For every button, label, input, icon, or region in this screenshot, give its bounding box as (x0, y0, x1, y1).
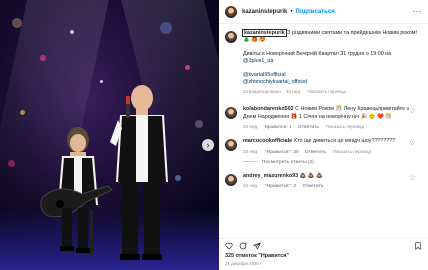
author-avatar[interactable] (225, 5, 237, 18)
comments-scroll-area[interactable]: kazaninstepurik З різдвяними святами та … (219, 24, 428, 238)
caption-time: 33 нед. (285, 89, 302, 95)
replies-divider-line (243, 160, 257, 162)
comment-likes[interactable]: "Нравится": 20 (265, 149, 299, 154)
comment-like-heart-icon[interactable]: ♡ (410, 140, 415, 147)
commenter-avatar[interactable] (225, 173, 237, 186)
like-heart-icon[interactable] (225, 242, 233, 250)
comment-likes[interactable]: Нравится: 1 (265, 124, 292, 129)
bokeh-light (20, 110, 25, 115)
comment-bubble-icon[interactable] (239, 242, 247, 250)
performer-guitarist (40, 127, 113, 255)
comment-time: 33 нед. (243, 124, 259, 130)
follow-button[interactable]: Подписаться (295, 9, 334, 15)
post-date: 31 декабря 2025 г. (225, 261, 263, 266)
post-caption: kazaninstepurik З різдвяними святами та … (225, 29, 422, 95)
caption-avatar[interactable] (225, 31, 237, 43)
comment-translate-button[interactable]: Показать перевод (332, 149, 370, 154)
save-bookmark-icon[interactable] (414, 242, 422, 250)
view-replies-label: Посмотреть ответы (2) (262, 158, 314, 164)
comment-time: 33 нед. (243, 183, 259, 189)
commenter-username[interactable]: kolabondarenko502 (243, 106, 294, 112)
post-media: › (0, 0, 219, 270)
zhonochiy-mention-link[interactable]: @zhonochiykvartal_official (243, 79, 422, 86)
commenter-username[interactable]: andrey_mazurenko93 (243, 173, 298, 179)
post-info-panel: kazaninstepurik • Подписаться ··· kazani… (219, 0, 428, 270)
comment-item: kolabondarenko502 С Новим Роком 🎊 Лену К… (225, 106, 422, 129)
commenter-avatar[interactable] (225, 139, 237, 152)
caption-translate-button[interactable]: Показать перевод (307, 89, 345, 94)
commenter-avatar[interactable] (225, 107, 237, 120)
comment-text: Хто ще дивиться це мінідч шоу???????? (293, 138, 396, 145)
comment-reply-button[interactable]: Ответить (305, 149, 326, 154)
post-footer: 325 отметок "Нравится" 31 декабря 2025 г… (219, 238, 428, 270)
post-modal: › kazaninstepurik • Подписаться ··· kaza… (0, 0, 428, 270)
bokeh-light (70, 30, 74, 34)
caption-username[interactable]: kazaninstepurik (242, 29, 287, 37)
comment-reply-button[interactable]: Ответить (298, 124, 319, 129)
action-bar (225, 239, 422, 253)
bokeh-light (8, 160, 15, 167)
channel-mention-link[interactable]: @1plus1_ua (243, 58, 273, 64)
caption-text-line2: Дивіться Новорічний Вечірній Квартал 31 … (243, 50, 392, 57)
bokeh-light (160, 22, 172, 34)
comment-translate-button[interactable]: Показать перевод (326, 124, 364, 129)
comment-item: marcocookofficiale Хто ще дивиться це мі… (225, 138, 422, 154)
bokeh-light (185, 65, 190, 70)
performer-singer (110, 85, 168, 260)
kvartal-mention-link[interactable]: @kvartal95official (243, 72, 422, 79)
caption-edited-label: Отредактировано (243, 89, 281, 95)
bokeh-light (12, 18, 22, 28)
bokeh-light (100, 80, 103, 83)
view-replies-button[interactable]: Посмотреть ответы (2) (243, 159, 422, 164)
comment-likes[interactable]: "Нравится": 2 (265, 183, 296, 188)
bokeh-light (195, 120, 203, 128)
next-media-button[interactable]: › (202, 139, 214, 151)
post-header: kazaninstepurik • Подписаться ··· (219, 0, 428, 24)
comment-like-heart-icon[interactable]: ♡ (410, 108, 415, 115)
comment-time: 33 нед. (243, 148, 259, 154)
separator-dot: • (290, 8, 293, 15)
comment-text: 💩 💩 💩 (299, 172, 323, 179)
commenter-username[interactable]: marcocookofficiale (243, 138, 292, 144)
likes-count[interactable]: 325 отметок "Нравится" (225, 253, 422, 259)
share-send-icon[interactable] (253, 242, 261, 250)
author-username[interactable]: kazaninstepurik (242, 9, 287, 15)
bokeh-light (40, 55, 46, 61)
comment-reply-button[interactable]: Ответить (302, 183, 323, 188)
comment-like-heart-icon[interactable]: ♡ (410, 175, 415, 182)
more-options-icon[interactable]: ··· (413, 7, 423, 16)
comment-item: andrey_mazurenko93 💩 💩 💩 33 нед. "Нравит… (225, 173, 422, 188)
